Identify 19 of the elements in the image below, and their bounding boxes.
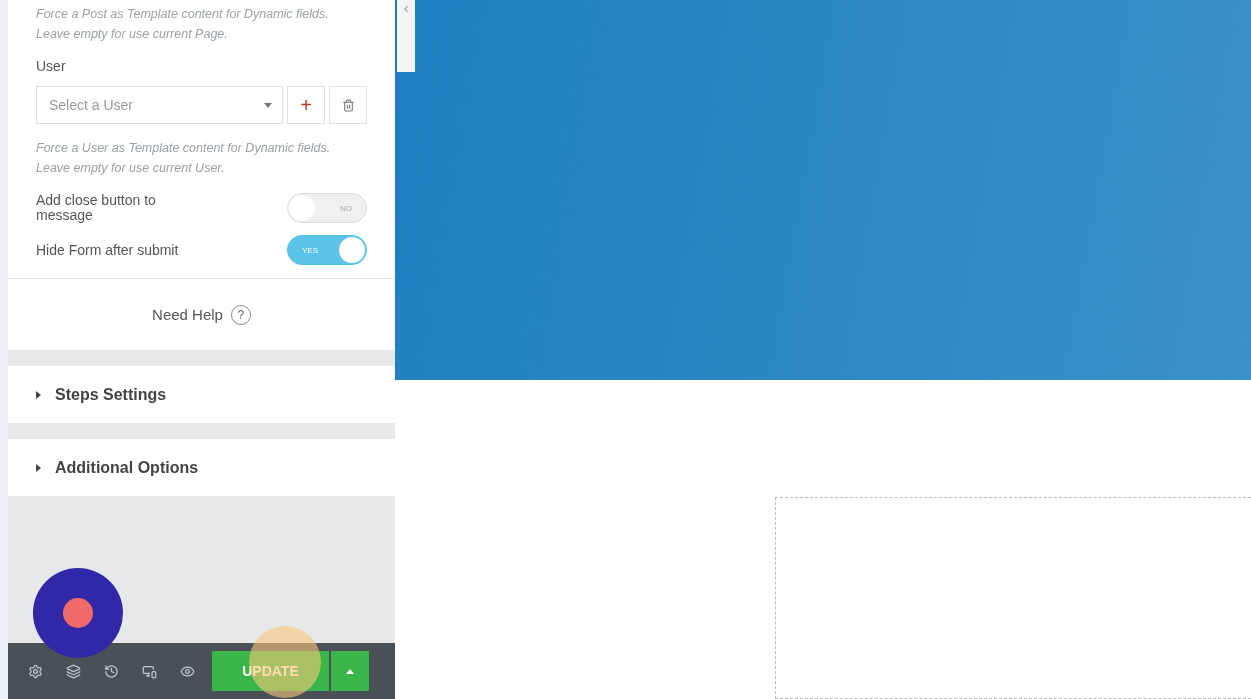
- preview-icon[interactable]: [179, 663, 195, 679]
- settings-icon[interactable]: [27, 663, 43, 679]
- switch-label: Add close button to message: [36, 193, 157, 223]
- user-select[interactable]: Select a User: [36, 86, 283, 124]
- section-header[interactable]: Additional Options: [8, 439, 395, 496]
- add-button[interactable]: +: [287, 86, 325, 124]
- chevron-icon: [401, 4, 411, 14]
- trash-icon: [341, 98, 355, 112]
- delete-button[interactable]: [329, 86, 367, 124]
- switch-label: Hide Form after submit: [36, 242, 180, 258]
- history-icon[interactable]: [103, 663, 119, 679]
- caret-icon: [264, 102, 272, 108]
- section-header[interactable]: Steps Settings: [8, 366, 395, 423]
- layers-icon[interactable]: [65, 663, 81, 679]
- help-link[interactable]: Need Help: [152, 306, 223, 323]
- help-note: Force a Post as Template content for Dynamic fields. Leave empty for use current Page.: [36, 6, 330, 43]
- responsive-icon[interactable]: [141, 663, 157, 679]
- field-label: User: [36, 58, 67, 74]
- help-note: Force a User as Template content for Dynamic fields. Leave empty for use current User.: [36, 140, 332, 177]
